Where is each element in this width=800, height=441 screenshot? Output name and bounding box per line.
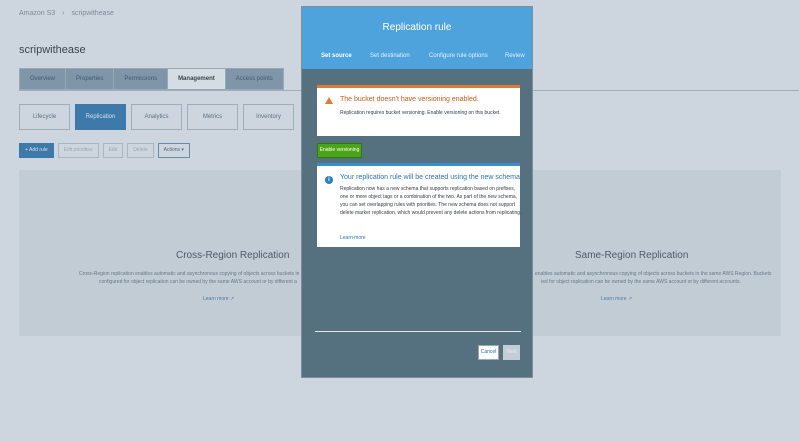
subtab-replication[interactable]: Replication: [75, 104, 126, 130]
edit-button[interactable]: Edit: [102, 143, 124, 158]
dialog-footer-divider: [315, 331, 521, 332]
subtab-analytics[interactable]: Analytics: [131, 104, 182, 130]
tab-overview[interactable]: Overview: [19, 68, 67, 90]
same-region-description: enables automatic and asynchronous copyi…: [535, 270, 781, 286]
cross-region-title: Cross-Region Replication: [176, 250, 290, 261]
same-region-learn-more-link[interactable]: Learn more ↗: [601, 296, 632, 302]
cross-region-description-line-2: configured for object replication can be…: [99, 279, 297, 285]
tab-management[interactable]: Management: [167, 68, 226, 90]
subtab-metrics[interactable]: Metrics: [187, 104, 238, 130]
enable-versioning-button[interactable]: Enable versioning: [317, 143, 362, 158]
add-rule-button[interactable]: + Add rule: [19, 143, 54, 158]
warning-text: Replication requires bucket versioning. …: [340, 110, 501, 116]
info-text-line-1: Replication now has a new schema that su…: [340, 186, 516, 192]
info-title: Your replication rule will be created us…: [340, 174, 520, 181]
info-learn-more-link[interactable]: Learn more: [340, 235, 366, 241]
same-region-description-line-1: enables automatic and asynchronous copyi…: [535, 271, 772, 277]
cross-region-description: Cross-Region replication enables automat…: [79, 270, 319, 286]
breadcrumb-bucket: scripwithease: [71, 10, 114, 17]
subtab-lifecycle[interactable]: Lifecycle: [19, 104, 70, 130]
tab-permissions[interactable]: Permissions: [113, 68, 169, 90]
actions-dropdown[interactable]: Actions ▾: [157, 143, 190, 158]
cross-region-description-line-1: Cross-Region replication enables automat…: [79, 271, 319, 277]
action-bar: + Add rule Edit priorities Edit Delete A…: [19, 143, 194, 158]
versioning-warning-alert: The bucket doesn't have versioning enabl…: [317, 85, 520, 136]
tab-access-points[interactable]: Access points: [224, 68, 284, 90]
warning-title: The bucket doesn't have versioning enabl…: [340, 96, 479, 103]
same-region-title: Same-Region Replication: [575, 250, 689, 261]
page-title: scripwithease: [19, 44, 86, 56]
cross-region-learn-more-link[interactable]: Learn more ↗: [203, 296, 234, 302]
info-text-line-3: you can set overlapping rules with prior…: [340, 202, 516, 208]
breadcrumb-root[interactable]: Amazon S3: [19, 10, 55, 17]
step-configure-rule-options[interactable]: Configure rule options: [429, 53, 488, 59]
info-text: Replication now has a new schema that su…: [340, 185, 521, 217]
warning-icon: [325, 97, 333, 104]
info-text-line-4: delete marker replication, which would p…: [340, 210, 522, 216]
tab-bar: Overview Properties Permissions Manageme…: [19, 68, 284, 90]
new-schema-info-alert: i Your replication rule will be created …: [317, 163, 521, 247]
subtab-inventory[interactable]: Inventory: [243, 104, 294, 130]
same-region-description-line-2: ied for object replication can be owned …: [541, 279, 741, 285]
replication-rule-dialog: Replication rule Set source Set destinat…: [301, 6, 533, 378]
delete-button[interactable]: Delete: [127, 143, 154, 158]
step-set-destination[interactable]: Set destination: [370, 53, 410, 59]
step-set-source[interactable]: Set source: [321, 53, 352, 59]
subtab-bar: Lifecycle Replication Analytics Metrics …: [19, 104, 299, 130]
dialog-header: Replication rule Set source Set destinat…: [302, 7, 532, 69]
info-icon: i: [325, 176, 333, 184]
cancel-button[interactable]: Cancel: [478, 345, 499, 360]
breadcrumb: Amazon S3 › scripwithease: [19, 10, 114, 17]
breadcrumb-separator: ›: [62, 10, 65, 17]
edit-priorities-button[interactable]: Edit priorities: [57, 143, 99, 158]
tab-properties[interactable]: Properties: [65, 68, 115, 90]
info-text-line-2: one or more object tags or a combination…: [340, 194, 518, 200]
next-button[interactable]: Next: [503, 345, 520, 360]
dialog-title: Replication rule: [382, 22, 452, 33]
step-review[interactable]: Review: [505, 53, 525, 59]
